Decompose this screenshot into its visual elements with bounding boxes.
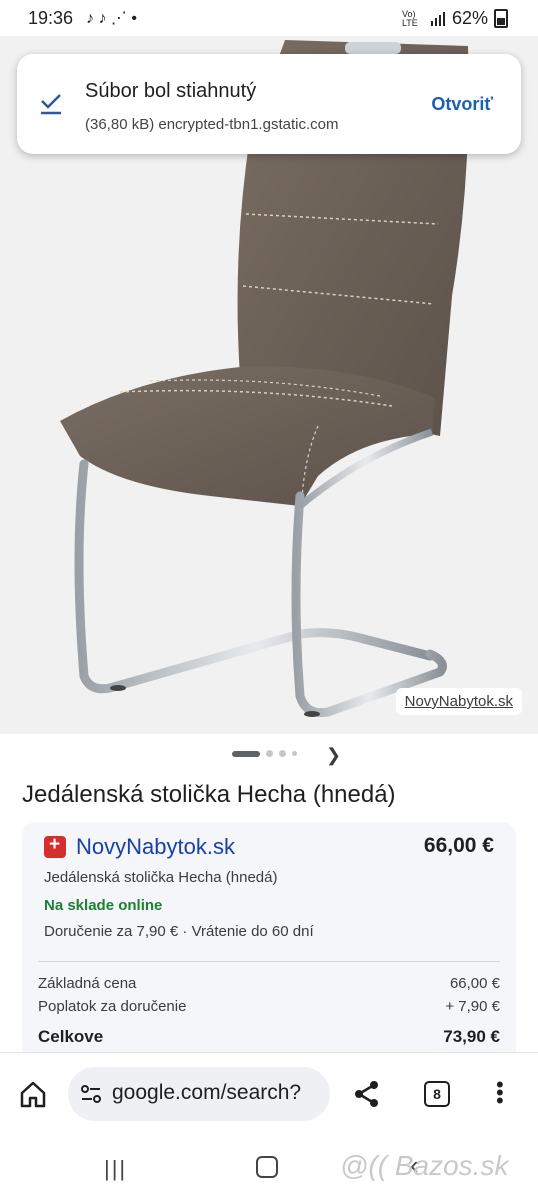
offer-subtitle: Jedálenská stolička Hecha (hnedá) <box>44 869 278 886</box>
browser-toolbar: google.com/search? 8 • • • <box>0 1052 538 1137</box>
home-nav-icon[interactable] <box>256 1156 278 1178</box>
download-notification[interactable]: Súbor bol stiahnutý (36,80 kB) encrypted… <box>17 54 521 154</box>
image-source-link[interactable]: NovyNabytok.sk <box>395 688 522 715</box>
carousel-indicator <box>232 750 297 757</box>
status-right: Vo) LTE 62% <box>402 8 508 29</box>
share-icon[interactable] <box>352 1079 382 1114</box>
store-name-link[interactable]: NovyNabytok.sk <box>76 834 235 860</box>
signal-icon <box>430 11 445 26</box>
carousel-dot <box>279 750 286 757</box>
delivery-info: Doručenie za 7,90 € · Vrátenie do 60 dní <box>44 923 314 940</box>
availability-status: Na sklade online <box>44 897 163 914</box>
carousel-dot <box>266 750 273 757</box>
battery-percent: 62% <box>451 8 488 28</box>
offer-price: 66,00 € <box>423 834 494 857</box>
total-value: 73,90 € <box>443 1027 500 1046</box>
url-text[interactable]: google.com/search? <box>112 1081 301 1105</box>
battery-icon <box>494 9 508 28</box>
page-info-icon[interactable] <box>80 1084 102 1109</box>
price-row-label: Poplatok za doručenie <box>38 998 187 1015</box>
carousel-dot <box>292 751 297 756</box>
notification-icons: ♪ ♪ ⋰ • <box>86 10 137 27</box>
download-check-icon <box>39 92 65 121</box>
price-row-value: + 7,90 € <box>445 998 500 1015</box>
total-label: Celkove <box>38 1027 104 1046</box>
status-time: 19:36 <box>28 8 74 28</box>
chevron-right-icon[interactable]: ❯ <box>326 745 341 766</box>
open-button[interactable]: Otvoriť <box>431 94 493 115</box>
product-title: Jedálenská stolička Hecha (hnedá) <box>22 781 396 808</box>
more-vert-icon[interactable]: • • • <box>496 1074 504 1112</box>
system-nav-bar: ||| ‹ @(( Bazos.sk <box>0 1136 538 1200</box>
status-bar: 19:36 ♪ ♪ ⋰ • Vo) LTE 62% <box>0 0 538 36</box>
tab-switcher-button[interactable]: 8 <box>424 1081 450 1107</box>
price-row-label: Základná cena <box>38 975 137 992</box>
address-bar[interactable]: google.com/search? <box>68 1067 330 1121</box>
toast-title: Súbor bol stiahnutý <box>85 80 257 102</box>
store-logo-icon <box>44 834 66 858</box>
home-icon[interactable] <box>18 1079 48 1114</box>
offer-card[interactable]: NovyNabytok.sk 66,00 € Jedálenská stolič… <box>22 822 516 1062</box>
toast-subtitle: (36,80 kB) encrypted-tbn1.gstatic.com <box>85 116 339 133</box>
divider <box>38 961 500 962</box>
watermark: @(( Bazos.sk <box>340 1150 509 1181</box>
signal-text: Vo) LTE <box>401 8 418 28</box>
recents-icon[interactable]: ||| <box>104 1156 127 1182</box>
carousel-dot-active <box>232 750 260 757</box>
price-row-value: 66,00 € <box>449 975 500 992</box>
